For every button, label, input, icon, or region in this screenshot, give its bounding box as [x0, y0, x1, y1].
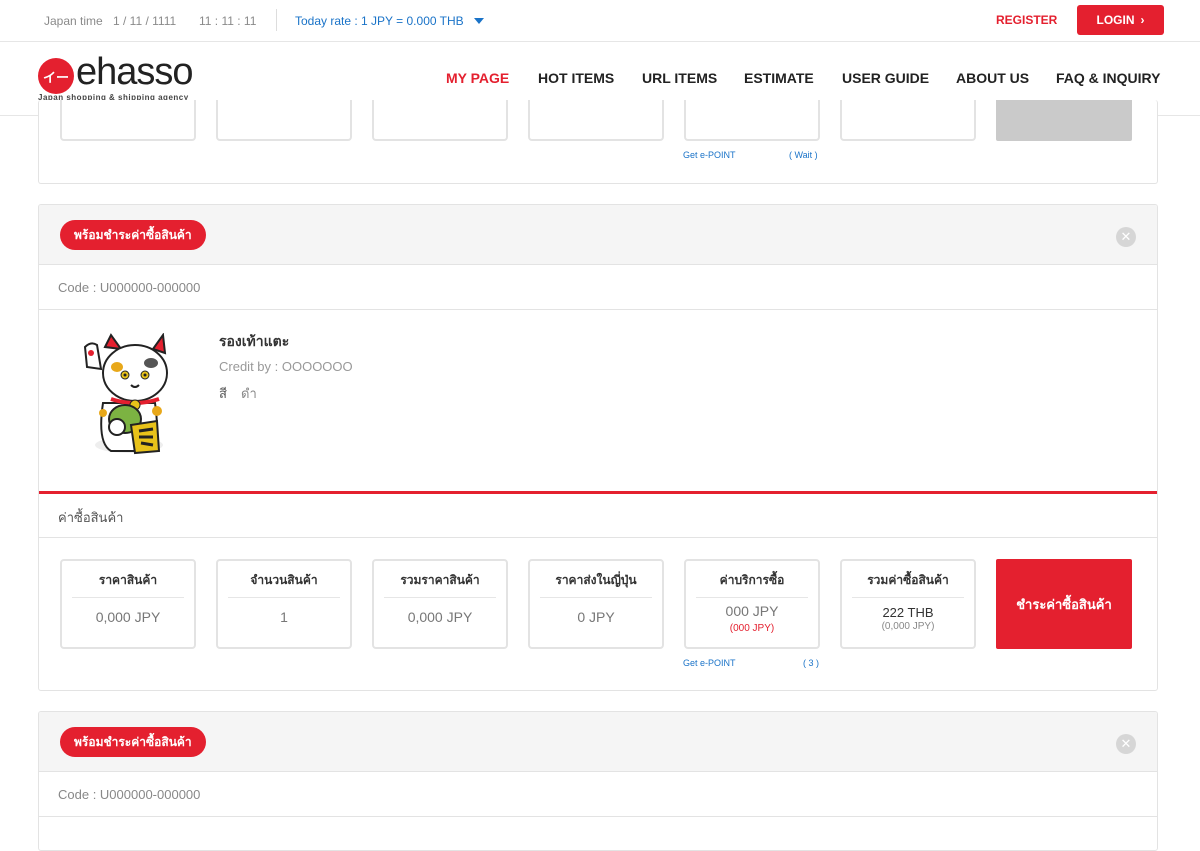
order-card-next: พร้อมชำระค่าซื้อสินค้า ✕ Code : U000000-… [38, 711, 1158, 851]
status-badge: พร้อมชำระค่าซื้อสินค้า [60, 220, 206, 250]
order-card-header: พร้อมชำระค่าซื้อสินค้า ✕ [39, 205, 1157, 265]
epoint-value: ( 3 ) [803, 658, 820, 668]
box-value: 0,000 JPY [95, 609, 161, 625]
box-value: 1 [280, 609, 288, 625]
status-badge: พร้อมชำระค่าซื้อสินค้า [60, 727, 206, 757]
epoint-label: Get e-POINT [683, 658, 736, 668]
total-box: รวมค่าซื้อสินค้า 222 THB (0,000 JPY) [840, 559, 976, 649]
japan-time: 11 : 11 : 11 [199, 14, 257, 28]
close-icon[interactable]: ✕ [1116, 734, 1136, 754]
order-code-row: Code : U000000-000000 [39, 265, 1157, 310]
divider [852, 597, 964, 598]
exchange-rate-dropdown[interactable]: Today rate : 1 JPY = 0.000 THB [295, 14, 464, 28]
nav-my-page[interactable]: MY PAGE [446, 70, 509, 86]
box-title: ราคาส่งในญี่ปุ่น [555, 573, 637, 587]
box-title: รวมค่าซื้อสินค้า [867, 573, 949, 587]
order-code-row: Code : U000000-000000 [39, 772, 1157, 817]
divider [540, 597, 652, 598]
login-button[interactable]: LOGIN › [1077, 5, 1164, 35]
epoint-label: Get e-POINT [683, 150, 736, 160]
top-bar: Japan time 1 / 11 / 1111 11 : 11 : 11 To… [0, 0, 1200, 42]
summary-box [216, 100, 352, 141]
service-fee-box: ค่าบริการซื้อ 000 JPY (000 JPY) [684, 559, 820, 649]
nav-about-us[interactable]: ABOUT US [956, 70, 1029, 86]
summary-box [840, 100, 976, 141]
order-card-previous: Get e-POINT ( Wait ) [38, 100, 1158, 184]
product-color-value: ดำ [241, 386, 257, 401]
product-name: รองเท้าแตะ [219, 333, 290, 349]
epoint-value: ( Wait ) [789, 150, 818, 160]
box-title: จำนวนสินค้า [250, 573, 318, 587]
order-code: Code : U000000-000000 [58, 787, 201, 802]
quantity-box: จำนวนสินค้า 1 [216, 559, 352, 649]
divider [276, 9, 277, 31]
box-subvalue: (000 JPY) [729, 623, 775, 634]
section-divider-red [39, 491, 1157, 494]
summary-box [684, 100, 820, 141]
nav-hot-items[interactable]: HOT ITEMS [538, 70, 614, 86]
divider [228, 597, 340, 598]
logo-text[interactable]: ehasso [76, 51, 194, 94]
nav-faq-inquiry[interactable]: FAQ & INQUIRY [1056, 70, 1161, 86]
divider [696, 597, 808, 598]
product-image [83, 333, 168, 455]
nav-url-items[interactable]: URL ITEMS [642, 70, 717, 86]
close-icon[interactable]: ✕ [1116, 227, 1136, 247]
order-code: Code : U000000-000000 [58, 280, 201, 295]
divider [384, 597, 496, 598]
login-label: LOGIN [1096, 13, 1135, 27]
price-box: ราคาสินค้า 0,000 JPY [60, 559, 196, 649]
nav-estimate[interactable]: ESTIMATE [744, 70, 814, 86]
pay-button-disabled[interactable] [996, 100, 1132, 141]
divider [39, 537, 1157, 538]
box-value: 000 JPY [725, 603, 779, 619]
box-subvalue: (0,000 JPY) [881, 621, 935, 632]
japan-date: 1 / 11 / 1111 [113, 14, 177, 28]
product-color-label: สี [219, 386, 227, 401]
section-title: ค่าซื้อสินค้า [58, 510, 124, 525]
japan-shipping-box: ราคาส่งในญี่ปุ่น 0 JPY [528, 559, 664, 649]
caret-down-icon[interactable] [474, 18, 484, 24]
order-card: พร้อมชำระค่าซื้อสินค้า ✕ Code : U000000-… [38, 204, 1158, 691]
box-value: 0 JPY [577, 609, 615, 625]
box-title: ราคาสินค้า [98, 573, 158, 587]
japan-time-label: Japan time [44, 14, 103, 28]
divider [72, 597, 184, 598]
nav-user-guide[interactable]: USER GUIDE [842, 70, 929, 86]
box-value: 0,000 JPY [407, 609, 473, 625]
logo-mark-icon[interactable]: イー [38, 58, 74, 94]
subtotal-box: รวมราคาสินค้า 0,000 JPY [372, 559, 508, 649]
summary-box [528, 100, 664, 141]
register-link[interactable]: REGISTER [996, 13, 1057, 27]
product-credit: Credit by : OOOOOOO [219, 359, 353, 374]
pay-button[interactable]: ชำระค่าซื้อสินค้า [996, 559, 1132, 649]
box-title: รวมราคาสินค้า [400, 573, 480, 587]
chevron-right-icon: › [1140, 13, 1145, 27]
summary-box [372, 100, 508, 141]
summary-box [60, 100, 196, 141]
box-value: 222 THB [882, 605, 934, 620]
box-title: ค่าบริการซื้อ [719, 573, 785, 587]
order-card-header: พร้อมชำระค่าซื้อสินค้า ✕ [39, 712, 1157, 772]
